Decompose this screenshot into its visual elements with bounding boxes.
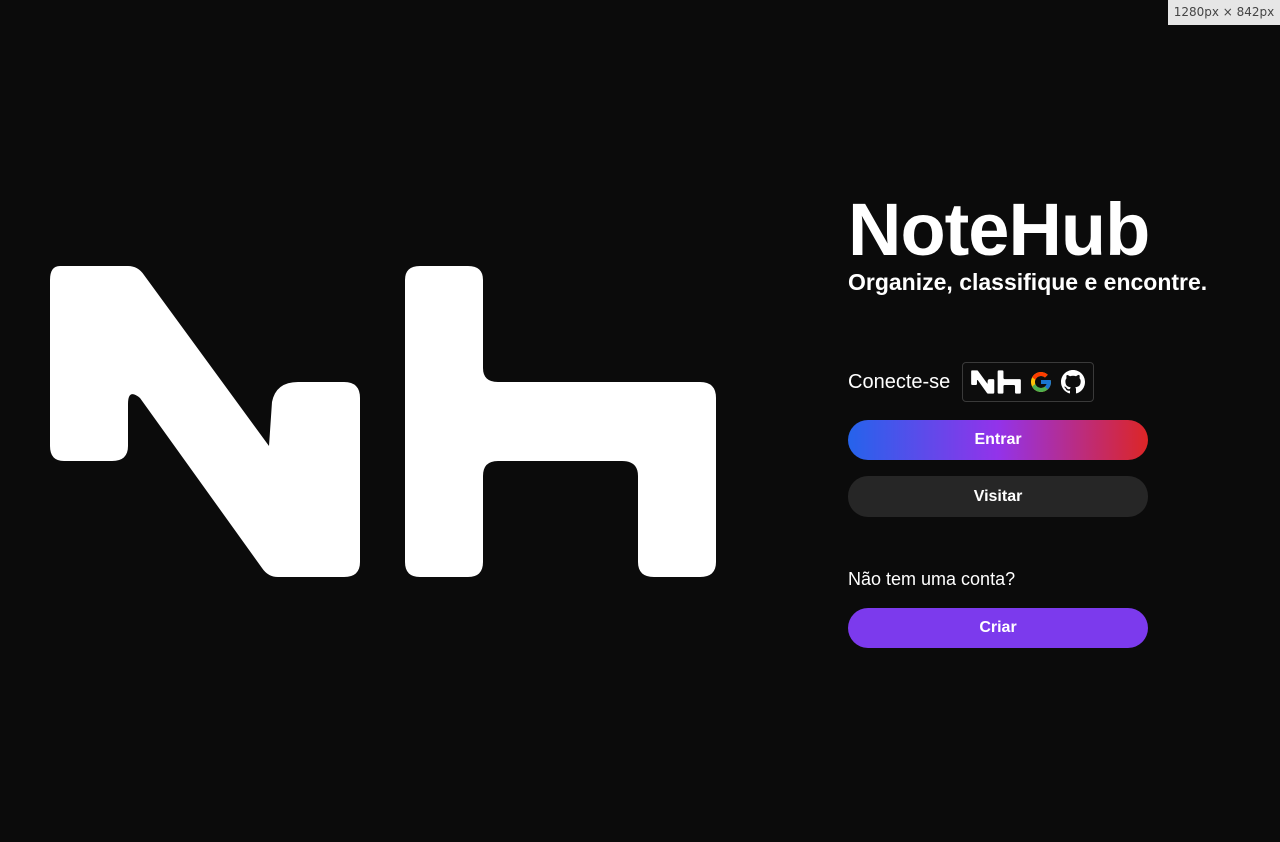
connect-label: Conecte-se: [848, 371, 951, 393]
login-panel: NoteHub Organize, classifique e encontre…: [848, 188, 1248, 648]
viewport-size-badge: 1280px × 842px: [1168, 0, 1280, 25]
github-login-button[interactable]: [1061, 368, 1086, 396]
login-page: 1280px × 842px NoteHub Organize, classif…: [0, 0, 1280, 842]
enter-button[interactable]: Entrar: [848, 420, 1148, 460]
provider-buttons: [962, 362, 1095, 402]
notehub-logo: [50, 266, 716, 577]
google-login-button[interactable]: [1029, 368, 1053, 396]
connect-row: Conecte-se: [848, 362, 1095, 402]
app-title: NoteHub: [848, 188, 1150, 271]
notehub-login-button[interactable]: [971, 368, 1022, 396]
app-tagline: Organize, classifique e encontre.: [848, 269, 1208, 295]
no-account-text: Não tem uma conta?: [848, 569, 1016, 589]
notehub-icon: [971, 370, 1022, 394]
github-icon: [1061, 370, 1086, 394]
create-account-button[interactable]: Criar: [848, 608, 1148, 648]
google-icon: [1031, 372, 1052, 392]
visit-button[interactable]: Visitar: [848, 476, 1148, 517]
